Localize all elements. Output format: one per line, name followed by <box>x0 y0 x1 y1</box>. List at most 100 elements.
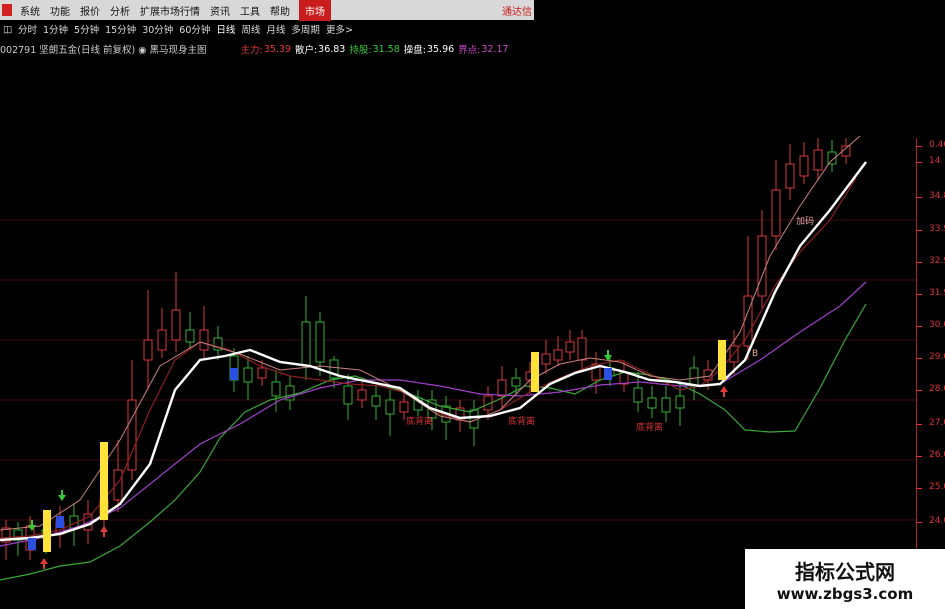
candle-body <box>633 387 643 403</box>
candle-body <box>577 337 587 361</box>
app-brand-label: 通达信 <box>502 7 532 18</box>
candle-body <box>315 321 325 363</box>
annotation-bottom-deviation-3: 底背离 <box>636 421 663 433</box>
price-axis-label-7: 29.0 <box>929 352 945 362</box>
watermark-title: 指标公式网 <box>795 559 895 584</box>
menu-analysis[interactable]: 分析 <box>105 3 135 18</box>
candle-body <box>171 309 181 341</box>
indicator-trading-value: 35.96 <box>426 43 455 55</box>
candle-body <box>497 379 507 397</box>
indicator-retail-value: 36.83 <box>318 43 346 55</box>
candle-body <box>565 341 575 353</box>
dark-red-main-force-line <box>0 177 857 539</box>
period-daily[interactable]: 日线 <box>213 22 238 36</box>
signal-bar <box>43 510 51 552</box>
menu-bar: 系统 功能 报价 分析 扩展市场行情 资讯 工具 帮助 市场 通达信 <box>0 0 534 21</box>
candle-body <box>371 395 381 407</box>
candle-body <box>771 189 781 237</box>
candle-body <box>799 155 809 177</box>
price-axis-label-5: 31.9 <box>929 288 945 298</box>
arrow-down-icon <box>58 490 66 501</box>
indicator-holding-value: 31.58 <box>372 43 400 55</box>
price-axis: 0.40 14 34.8 33.9 32.9 31.9 30.0 29.0 28… <box>916 138 945 558</box>
candle-body <box>689 367 699 387</box>
indicator-main-force-value: 35.39 <box>263 43 291 55</box>
grid-lines <box>0 219 916 521</box>
price-axis-label-10: 26.0 <box>929 450 945 460</box>
annotation-bottom-deviation-2: 底背离 <box>508 415 535 427</box>
candle-body <box>385 399 395 415</box>
light-pink-band-line <box>0 135 861 531</box>
price-axis-label-2: 34.8 <box>929 191 945 201</box>
period-15min[interactable]: 15分钟 <box>102 22 139 36</box>
candle-body <box>675 395 685 409</box>
indicator-boundary-value: 32.17 <box>481 43 509 55</box>
arrow-down-icon <box>604 350 612 361</box>
period-60min[interactable]: 60分钟 <box>176 22 213 36</box>
menu-tools[interactable]: 工具 <box>235 3 265 18</box>
indicator-main-force-label: 主力: <box>240 45 263 56</box>
blue-marker <box>604 368 612 380</box>
app-logo-icon <box>2 4 12 16</box>
candle-body <box>661 397 671 413</box>
menu-help[interactable]: 帮助 <box>265 3 295 18</box>
site-watermark: 指标公式网 www.zbgs3.com <box>745 549 945 609</box>
price-axis-label-3: 33.9 <box>929 224 945 234</box>
candle-body <box>357 389 367 401</box>
kline-chart[interactable]: 底背离 底背离 底背离 加码 B <box>0 60 916 609</box>
price-axis-line <box>916 138 917 558</box>
candle-body <box>553 349 563 361</box>
candle-body <box>257 367 267 379</box>
indicator-holding-label: 持股: <box>349 45 372 56</box>
candle-body <box>785 163 795 189</box>
menu-function[interactable]: 功能 <box>45 3 75 18</box>
period-intraday[interactable]: 分时 <box>15 22 40 36</box>
period-30min[interactable]: 30分钟 <box>139 22 176 36</box>
price-axis-label-0: 0.40 <box>929 140 945 150</box>
blue-marker <box>28 538 36 550</box>
blue-marker <box>56 516 64 528</box>
period-weekly[interactable]: 周线 <box>238 22 263 36</box>
stock-title: 002791 坚朗五金(日线 前复权) ◉ 黑马现身主图 <box>0 45 207 56</box>
annotation-bottom-deviation-1: 底背离 <box>406 415 433 427</box>
menu-extended-market[interactable]: 扩展市场行情 <box>135 3 205 18</box>
candle-body <box>647 397 657 409</box>
menu-quote[interactable]: 报价 <box>75 3 105 18</box>
period-more[interactable]: 更多> <box>323 22 356 36</box>
candle-body <box>511 377 521 387</box>
market-tab[interactable]: 市场 <box>299 0 331 21</box>
period-monthly[interactable]: 月线 <box>263 22 288 36</box>
watermark-url: www.zbgs3.com <box>776 584 914 603</box>
candle-body <box>541 353 551 365</box>
period-toggle-icon[interactable]: ◫ <box>0 24 15 35</box>
price-axis-label-11: 25.0 <box>929 482 945 492</box>
arrow-up-icon <box>100 526 108 537</box>
candle-body <box>813 149 823 171</box>
indicator-retail-label: 散户: <box>294 45 318 56</box>
candle-body <box>271 381 281 397</box>
price-axis-label-4: 32.9 <box>929 256 945 266</box>
signal-bar <box>531 352 539 392</box>
arrow-up-icon <box>720 386 728 397</box>
signal-bar <box>718 340 726 380</box>
annotation-accumulate: 加码 <box>796 216 814 227</box>
price-axis-label-12: 24.0 <box>929 516 945 526</box>
indicator-info-bar: 002791 坚朗五金(日线 前复权) ◉ 黑马现身主图 主力: 35.39 散… <box>0 42 534 57</box>
price-axis-label-8: 28.0 <box>929 384 945 394</box>
candle-body <box>243 367 253 383</box>
annotation-buy-label: B <box>752 349 758 359</box>
period-1min[interactable]: 1分钟 <box>40 22 71 36</box>
candle-body <box>157 329 167 351</box>
signal-bar <box>100 442 108 520</box>
period-multi[interactable]: 多周期 <box>288 22 323 36</box>
candle-body <box>185 329 195 343</box>
menu-system[interactable]: 系统 <box>15 3 45 18</box>
price-axis-label-6: 30.0 <box>929 320 945 330</box>
candle-body <box>399 401 409 413</box>
price-axis-label-1: 14 <box>929 156 941 166</box>
period-5min[interactable]: 5分钟 <box>71 22 102 36</box>
menu-news[interactable]: 资讯 <box>205 3 235 18</box>
candle-body <box>199 329 209 351</box>
indicator-boundary-label: 界点: <box>458 45 481 56</box>
candle-body <box>757 235 767 297</box>
